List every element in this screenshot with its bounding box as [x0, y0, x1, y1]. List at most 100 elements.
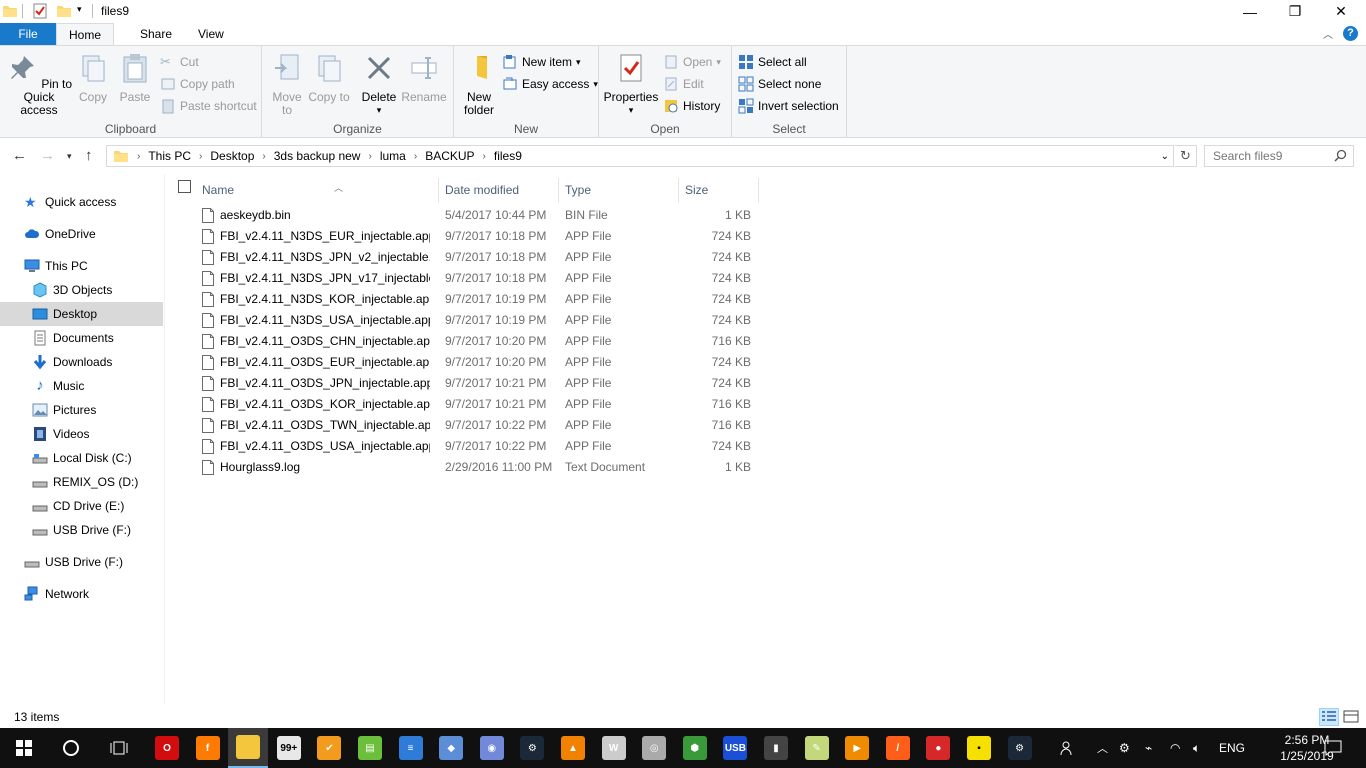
breadcrumb-luma[interactable]: luma	[380, 149, 406, 163]
show-hidden-icons-icon[interactable]: ︿	[1097, 728, 1108, 768]
taskbar-app-button[interactable]: ▶	[837, 728, 877, 768]
table-row[interactable]: FBI_v2.4.11_O3DS_CHN_injectable.app 9/7/2…	[196, 331, 766, 352]
sidebar-item-pictures[interactable]: Pictures	[0, 398, 163, 422]
taskbar-app-button[interactable]: ▤	[350, 728, 390, 768]
table-row[interactable]: FBI_v2.4.11_O3DS_KOR_injectable.app 9/7/2…	[196, 394, 766, 415]
file-name[interactable]: FBI_v2.4.11_O3DS_CHN_injectable.app	[220, 331, 430, 352]
maximize-button[interactable]: ❐	[1272, 0, 1318, 23]
new-folder-icon[interactable]	[56, 3, 72, 19]
minimize-button[interactable]: —	[1227, 0, 1273, 23]
sidebar-item-downloads[interactable]: Downloads	[0, 350, 163, 374]
details-view-button[interactable]	[1319, 708, 1339, 726]
column-header-type[interactable]: Type	[559, 178, 679, 203]
copy-path-button[interactable]: Copy path	[160, 74, 235, 94]
select-none-button[interactable]: Select none	[738, 74, 821, 94]
large-icons-view-button[interactable]	[1341, 708, 1361, 726]
file-name[interactable]: FBI_v2.4.11_N3DS_JPN_v17_injectable....	[220, 268, 430, 289]
taskbar-app-button[interactable]: ◎	[634, 728, 674, 768]
breadcrumb-separator-icon[interactable]: ›	[414, 151, 417, 162]
new-item-button[interactable]: New item ▾	[502, 52, 581, 72]
copy-button[interactable]: Copy	[74, 52, 112, 104]
sidebar-item-usb-drive-f-root[interactable]: USB Drive (F:)	[0, 550, 163, 574]
forward-arrow-icon[interactable]: →	[40, 147, 55, 164]
breadcrumb-backup[interactable]: BACKUP	[425, 149, 474, 163]
file-name[interactable]: FBI_v2.4.11_N3DS_JPN_v2_injectable.a...	[220, 247, 430, 268]
table-row[interactable]: FBI_v2.4.11_N3DS_JPN_v17_injectable.... 9…	[196, 268, 766, 289]
breadcrumb-separator-icon[interactable]: ›	[199, 151, 202, 162]
select-all-checkbox[interactable]	[178, 180, 191, 193]
table-row[interactable]: FBI_v2.4.11_O3DS_EUR_injectable.app 9/7/2…	[196, 352, 766, 373]
tab-home[interactable]: Home	[56, 23, 114, 45]
table-row[interactable]: aeskeydb.bin 5/4/2017 10:44 PM BIN File 1 K…	[196, 205, 766, 226]
file-name[interactable]: FBI_v2.4.11_O3DS_EUR_injectable.app	[220, 352, 430, 373]
edit-button[interactable]: Edit	[663, 74, 704, 94]
open-button[interactable]: Open ▾	[663, 52, 721, 72]
file-name[interactable]: FBI_v2.4.11_O3DS_KOR_injectable.app	[220, 394, 430, 415]
people-icon[interactable]	[1060, 728, 1076, 768]
sidebar-item-documents[interactable]: Documents	[0, 326, 163, 350]
sidebar-item-music[interactable]: ♪ Music	[0, 374, 163, 398]
sidebar-item-quick-access[interactable]: ★ Quick access	[0, 190, 163, 214]
properties-button[interactable]: Properties ▾	[603, 52, 659, 117]
sidebar-item-onedrive[interactable]: OneDrive	[0, 222, 163, 246]
file-name[interactable]: Hourglass9.log	[220, 457, 430, 478]
taskbar-app-button[interactable]: ▲	[553, 728, 593, 768]
taskbar-app-button[interactable]: W	[594, 728, 634, 768]
sidebar-item-local-disk-c[interactable]: Local Disk (C:)	[0, 446, 163, 470]
easy-access-button[interactable]: Easy access ▾	[502, 74, 598, 94]
table-row[interactable]: FBI_v2.4.11_O3DS_JPN_injectable.app 9/7/2…	[196, 373, 766, 394]
sidebar-item-this-pc[interactable]: This PC	[0, 254, 163, 278]
address-bar[interactable]: › This PC › Desktop › 3ds backup new › l…	[106, 145, 1174, 167]
collapse-ribbon-icon[interactable]: ︿	[1323, 26, 1333, 41]
help-icon[interactable]: ?	[1343, 26, 1358, 41]
column-header-name[interactable]: Name ︿	[196, 178, 439, 203]
taskbar-app-button[interactable]: USB	[715, 728, 755, 768]
sidebar-item-network[interactable]: Network	[0, 582, 163, 606]
move-to-button[interactable]: Move to	[266, 52, 308, 117]
file-name[interactable]: aeskeydb.bin	[220, 205, 430, 226]
taskbar-app-button[interactable]: ▮	[756, 728, 796, 768]
paste-button[interactable]: Paste	[116, 52, 154, 104]
folder-icon[interactable]	[2, 3, 18, 19]
taskbar-app-button[interactable]: ▪	[959, 728, 999, 768]
address-dropdown-icon[interactable]: ⌄	[1161, 151, 1169, 162]
refresh-icon[interactable]: ↻	[1175, 145, 1197, 167]
search-box[interactable]	[1204, 145, 1354, 167]
breadcrumb-this-pc[interactable]: This PC	[148, 149, 191, 163]
select-all-button[interactable]: Select all	[738, 52, 807, 72]
taskbar-app-button[interactable]: ⬢	[675, 728, 715, 768]
close-button[interactable]: ✕	[1318, 0, 1364, 23]
breadcrumb-desktop[interactable]: Desktop	[210, 149, 254, 163]
new-folder-button[interactable]: New folder	[458, 52, 500, 117]
rename-button[interactable]: Rename	[400, 52, 448, 104]
back-arrow-icon[interactable]: ←	[12, 147, 27, 164]
properties-check-icon[interactable]	[32, 3, 48, 19]
pin-to-quick-access-button[interactable]: Pin to Quick access	[4, 52, 74, 117]
breadcrumb-separator-icon[interactable]: ›	[137, 151, 140, 162]
paste-shortcut-button[interactable]: Paste shortcut	[160, 96, 257, 116]
taskbar-app-button[interactable]: ⚙	[1000, 728, 1040, 768]
recent-locations-icon[interactable]: ▾	[67, 151, 72, 162]
breadcrumb-files9[interactable]: files9	[494, 149, 522, 163]
search-icon[interactable]	[1334, 149, 1347, 162]
taskbar-app-button[interactable]: ◆	[431, 728, 471, 768]
sidebar-item-3d-objects[interactable]: 3D Objects	[0, 278, 163, 302]
wifi-icon[interactable]: ◠	[1170, 728, 1180, 768]
table-row[interactable]: FBI_v2.4.11_O3DS_USA_injectable.app 9/7/2…	[196, 436, 766, 457]
volume-icon[interactable]: 🔈︎	[1193, 728, 1200, 768]
action-center-button[interactable]	[1324, 728, 1342, 768]
file-name[interactable]: FBI_v2.4.11_N3DS_EUR_injectable.app	[220, 226, 430, 247]
taskbar-app-button[interactable]: ✔	[309, 728, 349, 768]
table-row[interactable]: FBI_v2.4.11_N3DS_EUR_injectable.app 9/7/2…	[196, 226, 766, 247]
taskbar-app-button[interactable]: ◉	[472, 728, 512, 768]
taskbar-app-button[interactable]: O	[147, 728, 187, 768]
file-name[interactable]: FBI_v2.4.11_O3DS_TWN_injectable.app	[220, 415, 430, 436]
sidebar-item-cd-drive-e[interactable]: CD Drive (E:)	[0, 494, 163, 518]
table-row[interactable]: Hourglass9.log 2/29/2016 11:00 PM Text Doc…	[196, 457, 766, 478]
up-arrow-icon[interactable]: ↑	[85, 147, 93, 164]
taskbar-app-button[interactable]: ⚙	[512, 728, 552, 768]
table-row[interactable]: FBI_v2.4.11_O3DS_TWN_injectable.app 9/7/2…	[196, 415, 766, 436]
file-name[interactable]: FBI_v2.4.11_N3DS_KOR_injectable.app	[220, 289, 430, 310]
taskbar-app-button[interactable]: /	[878, 728, 918, 768]
table-row[interactable]: FBI_v2.4.11_N3DS_USA_injectable.app 9/7/2…	[196, 310, 766, 331]
